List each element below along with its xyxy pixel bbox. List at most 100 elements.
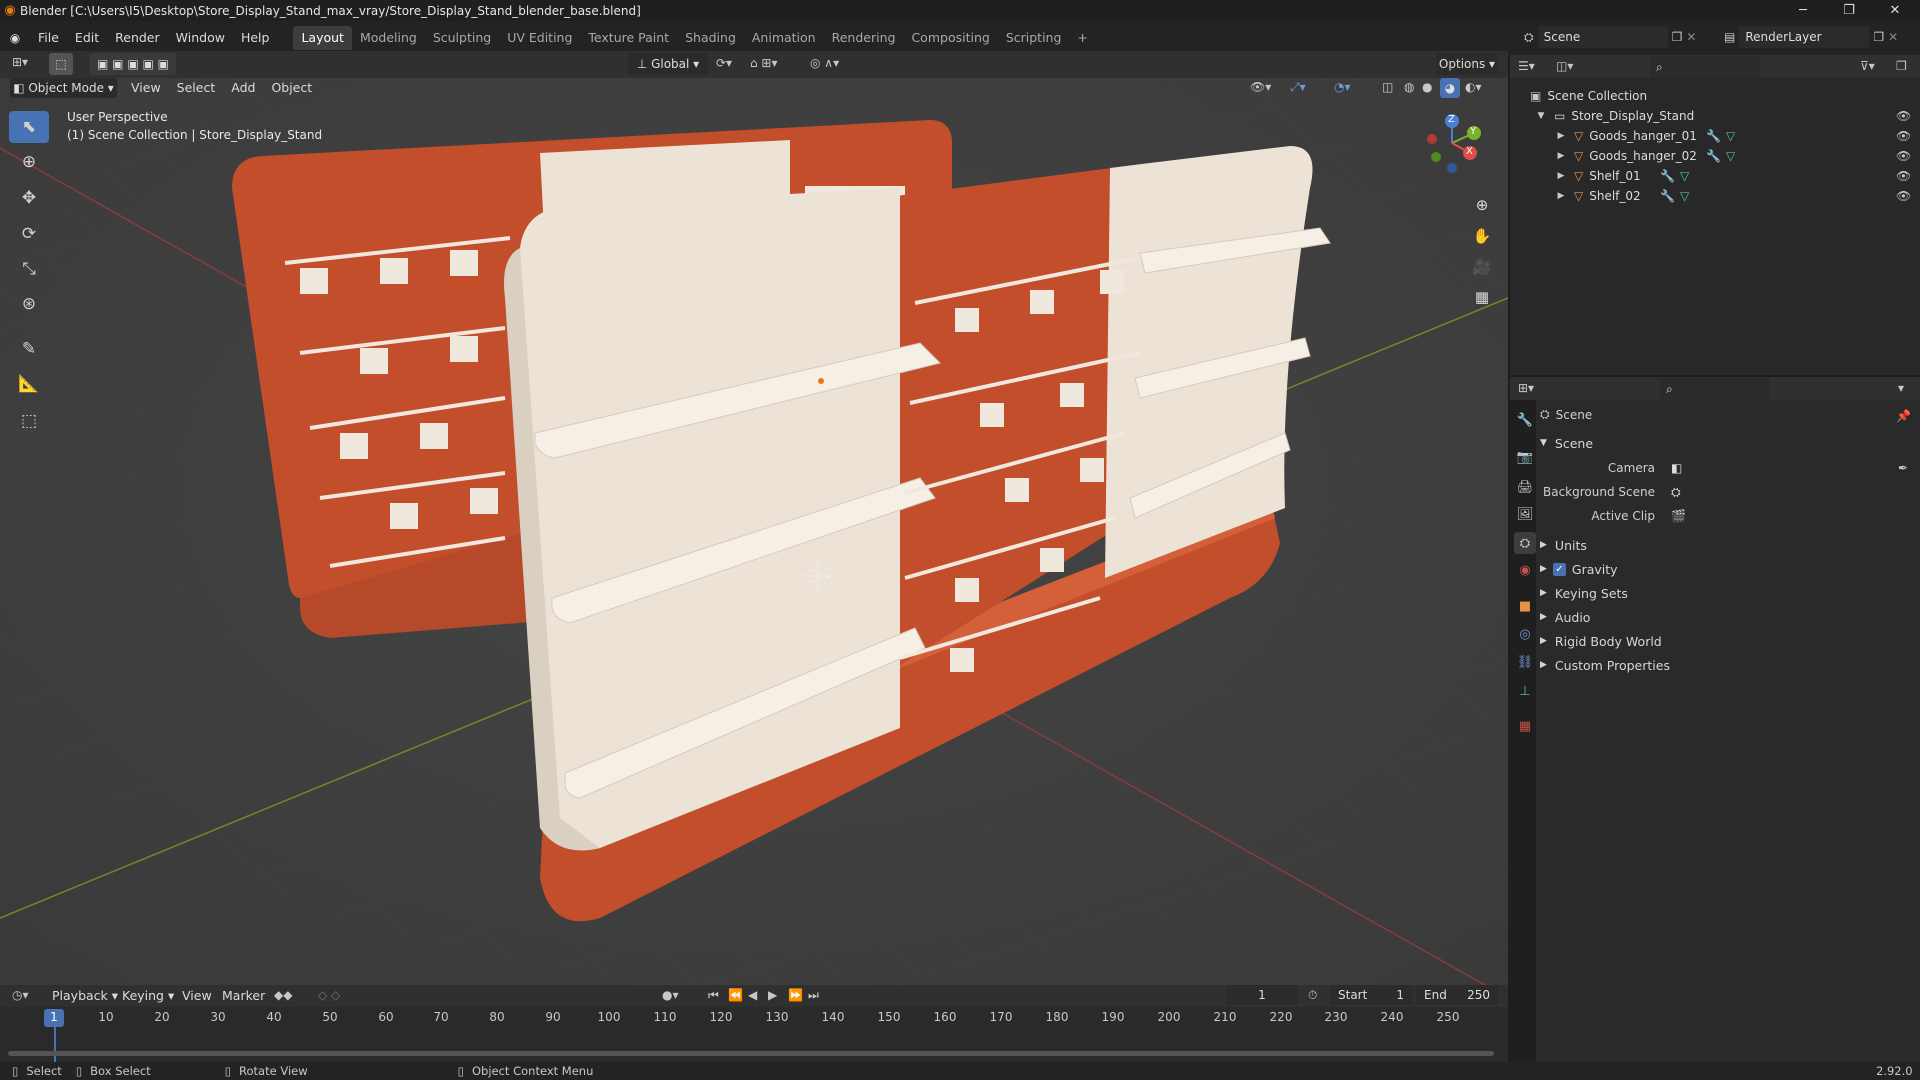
filter-icon[interactable]: ⊽▾	[1860, 59, 1875, 73]
transform-orientation-dropdown[interactable]: ⊥ Global ▾	[628, 53, 708, 75]
view-layer-tab-icon[interactable]: 🖼	[1514, 503, 1536, 525]
tab-scripting[interactable]: Scripting	[998, 26, 1070, 50]
scale-tool-button[interactable]: ⤡	[9, 253, 49, 285]
overlays-toggle-icon[interactable]: ◔▾	[1334, 80, 1351, 94]
viewport-menu-select[interactable]: Select	[169, 76, 224, 100]
new-render-layer-icon[interactable]: ❐	[1873, 30, 1884, 44]
prev-keyframe-icon[interactable]: ⏪	[728, 988, 743, 1002]
minimize-button[interactable]: ─	[1780, 0, 1826, 21]
maximize-button[interactable]: ❐	[1826, 0, 1872, 21]
current-frame-field[interactable]: 1	[1226, 985, 1298, 1005]
menu-edit[interactable]: Edit	[67, 26, 107, 50]
measure-tool-button[interactable]: 📐	[9, 368, 49, 400]
annotate-tool-button[interactable]: ✎	[9, 333, 49, 365]
keying-sets-panel-header[interactable]: ▶ Keying Sets	[1540, 582, 1628, 604]
jump-end-icon[interactable]: ⏭	[808, 988, 819, 1003]
render-tab-icon[interactable]: 📷	[1514, 446, 1536, 468]
render-layer-selector[interactable]: ▤ RenderLayer ❐ ✕	[1724, 26, 1898, 48]
new-collection-icon[interactable]: ❐	[1896, 59, 1907, 73]
options-dropdown[interactable]: Options ▾	[1436, 53, 1498, 75]
camera-field[interactable]: ◧	[1665, 457, 1880, 479]
output-tab-icon[interactable]: 🖨	[1514, 476, 1536, 498]
expand-right-icon[interactable]: ▶	[1554, 131, 1568, 141]
gravity-panel-header[interactable]: ▶ ✓ Gravity	[1540, 558, 1618, 580]
blender-menu-icon[interactable]: ◉	[0, 31, 30, 45]
zoom-view-button[interactable]: ⊕	[1468, 191, 1496, 219]
visibility-eye-icon[interactable]: 👁	[1896, 189, 1911, 203]
delete-render-layer-icon[interactable]: ✕	[1888, 30, 1898, 44]
visibility-icon[interactable]: 👁▾	[1250, 80, 1271, 94]
tab-uv-editing[interactable]: UV Editing	[499, 26, 580, 50]
keyframe-icon[interactable]: ◆◆	[274, 988, 292, 1002]
world-tab-icon[interactable]: ◉	[1514, 559, 1536, 581]
audio-panel-header[interactable]: ▶ Audio	[1540, 606, 1590, 628]
select-mode-buttons[interactable]: ▣ ▣ ▣ ▣ ▣	[90, 53, 176, 75]
tool-tab-icon[interactable]: 🔧	[1514, 409, 1536, 431]
tab-modeling[interactable]: Modeling	[352, 26, 425, 50]
start-frame-field[interactable]: Start 1	[1330, 985, 1412, 1005]
properties-options-icon[interactable]: ▾	[1898, 381, 1904, 395]
rigid-body-world-panel-header[interactable]: ▶ Rigid Body World	[1540, 630, 1662, 652]
tab-layout[interactable]: Layout	[293, 26, 352, 50]
gizmo-toggle-icon[interactable]: ⤢▾	[1290, 80, 1306, 95]
expand-down-icon[interactable]: ▼	[1534, 111, 1548, 121]
visibility-eye-icon[interactable]: 👁	[1896, 109, 1911, 123]
outliner-editor-type-icon[interactable]: ☰▾	[1518, 59, 1535, 73]
custom-properties-panel-header[interactable]: ▶ Custom Properties	[1540, 654, 1670, 676]
end-frame-field[interactable]: End 250	[1416, 985, 1498, 1005]
transform-tool-button[interactable]: ⊛	[9, 288, 49, 320]
navigation-gizmo[interactable]: Z Y X	[1422, 113, 1482, 173]
3d-viewport[interactable]: User Perspective (1) Scene Collection | …	[0, 78, 1508, 985]
play-reverse-icon[interactable]: ◀	[748, 988, 757, 1002]
select-box-tool-button[interactable]: ⬉	[9, 111, 49, 143]
move-tool-button[interactable]: ✥	[9, 182, 49, 214]
menu-help[interactable]: Help	[233, 26, 278, 50]
tab-sculpting[interactable]: Sculpting	[425, 26, 499, 50]
constraints-tab-icon[interactable]: ⛓	[1514, 651, 1536, 673]
menu-render[interactable]: Render	[107, 26, 168, 50]
close-window-button[interactable]: ✕	[1872, 0, 1918, 21]
camera-view-button[interactable]: 🎥	[1468, 253, 1496, 281]
next-keyframe-icon[interactable]: ⏩	[788, 988, 803, 1002]
eyedropper-icon[interactable]: ✒	[1898, 461, 1908, 475]
active-clip-field[interactable]: 🎬	[1665, 505, 1880, 527]
visibility-eye-icon[interactable]: 👁	[1896, 169, 1911, 183]
render-layer-name-field[interactable]: RenderLayer	[1739, 26, 1870, 48]
add-workspace-button[interactable]: +	[1069, 26, 1095, 50]
editor-type-icon[interactable]: ⊞▾	[12, 55, 28, 69]
pivot-point-icon[interactable]: ⟳▾	[716, 56, 732, 70]
visibility-eye-icon[interactable]: 👁	[1896, 129, 1911, 143]
outliner-search-input[interactable]: ⌕	[1650, 56, 1760, 78]
jump-start-icon[interactable]: ⏮	[708, 988, 719, 1003]
rendered-shading-icon[interactable]: ◐▾	[1465, 80, 1482, 94]
timeline-editor-type-icon[interactable]: ◷▾	[12, 988, 29, 1002]
object-tab-icon[interactable]: ■	[1514, 595, 1536, 617]
timeline-scrollbar[interactable]	[8, 1051, 1494, 1056]
select-tool-icon[interactable]: ⬚	[49, 53, 73, 75]
mode-dropdown[interactable]: ◧ Object Mode ▾	[10, 78, 117, 98]
expand-right-icon[interactable]: ▶	[1554, 151, 1568, 161]
scene-tab-icon[interactable]: ⛭	[1514, 532, 1536, 554]
pin-icon[interactable]: 📌	[1896, 409, 1911, 423]
record-icon[interactable]: ●▾	[662, 988, 679, 1002]
tab-compositing[interactable]: Compositing	[903, 26, 997, 50]
properties-editor-type-icon[interactable]: ⊞▾	[1518, 381, 1534, 395]
timeline-menu-view[interactable]: View	[174, 984, 220, 1008]
snap-icon[interactable]: ⌂ ⊞▾	[750, 56, 778, 70]
timeline-menu-keying[interactable]: Keying ▾	[114, 984, 182, 1008]
outliner-row-object[interactable]: ▶ ▽ Shelf_01 🔧 ▽ 👁	[1510, 166, 1920, 186]
timeline-menu-marker[interactable]: Marker	[214, 984, 273, 1008]
play-icon[interactable]: ▶	[768, 988, 777, 1002]
delete-scene-icon[interactable]: ✕	[1686, 30, 1696, 44]
outliner-row-collection[interactable]: ▼ ▭ Store_Display_Stand 👁	[1510, 106, 1920, 126]
scene-panel-header[interactable]: ▼ Scene	[1540, 432, 1593, 454]
outliner-row-object[interactable]: ▶ ▽ Goods_hanger_02 🔧 ▽ 👁	[1510, 146, 1920, 166]
viewport-menu-view[interactable]: View	[123, 76, 169, 100]
visibility-eye-icon[interactable]: 👁	[1896, 149, 1911, 163]
xray-toggle-icon[interactable]: ◫	[1382, 80, 1393, 94]
cursor-tool-button[interactable]: ⊕	[9, 146, 49, 178]
units-panel-header[interactable]: ▶ Units	[1540, 534, 1587, 556]
outliner-row-object[interactable]: ▶ ▽ Goods_hanger_01 🔧 ▽ 👁	[1510, 126, 1920, 146]
new-scene-icon[interactable]: ❐	[1672, 30, 1683, 44]
object-data-tab-icon[interactable]: ⊥	[1514, 680, 1536, 702]
